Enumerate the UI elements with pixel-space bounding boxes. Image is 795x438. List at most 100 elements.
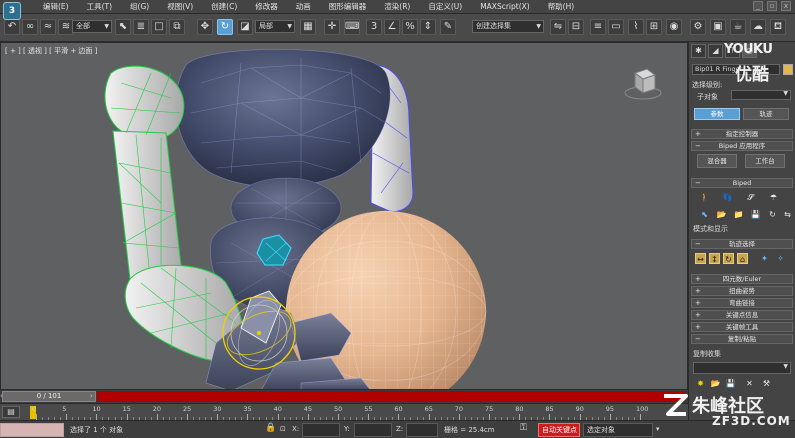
display-mode-rollout[interactable]: 模式和显示 — [693, 224, 728, 234]
menu-item[interactable]: 工具(T) — [78, 0, 121, 14]
maxscript-listener[interactable] — [0, 423, 64, 437]
menu-item[interactable]: 组(G) — [121, 0, 158, 14]
percent-snap-icon[interactable]: % — [402, 19, 418, 35]
symmetrical-icon[interactable]: ✦ — [759, 253, 770, 264]
menu-item[interactable]: 自定义(U) — [419, 0, 471, 14]
selection-filter-dropdown[interactable]: 全部 ▼ — [72, 20, 112, 33]
opposite-icon[interactable]: ✧ — [775, 253, 786, 264]
material-editor-icon[interactable]: ◉ — [666, 19, 682, 35]
absolute-mode-icon[interactable]: ⊡ — [280, 425, 286, 433]
menu-item[interactable]: 修改器 — [246, 0, 287, 14]
load-collection-icon[interactable]: 📂 — [710, 378, 721, 389]
key-track-bar[interactable] — [97, 391, 685, 402]
mixer-button[interactable]: 混合器 — [697, 154, 737, 168]
footstep-mode-icon[interactable]: 👣 — [722, 192, 733, 203]
snap-toggle-icon[interactable]: 3 — [366, 19, 382, 35]
mixer-mode-icon[interactable]: ☂ — [768, 192, 779, 203]
rollout-key-info[interactable]: + 关键点信息 — [691, 310, 793, 320]
frame-ruler[interactable]: ▤ 0 5 10 15 20 25 30 35 40 45 50 55 60 65 70 75 80 85 90 95… — [0, 403, 688, 420]
create-collection-icon[interactable]: ✸ — [695, 378, 706, 389]
copy-collections-dropdown[interactable]: ▼ — [693, 362, 791, 374]
modify-tab-icon[interactable]: ◢ — [708, 44, 723, 58]
rollout-copy-paste[interactable]: − 复制/粘贴 — [691, 334, 793, 344]
select-manipulate-icon[interactable]: ✛ — [324, 19, 340, 35]
menu-item[interactable]: 视图(V) — [158, 0, 202, 14]
link-icon[interactable]: ∞ — [22, 19, 38, 35]
left-upper-arm[interactable] — [104, 65, 185, 289]
unlink-icon[interactable]: ≈ — [40, 19, 56, 35]
z-coordinate-field[interactable] — [406, 423, 438, 437]
restore-icon[interactable]: ▫ — [767, 1, 777, 11]
scale-icon[interactable]: ◪ — [237, 19, 253, 35]
ribbon-icon[interactable]: ▭ — [608, 19, 624, 35]
time-slider[interactable]: 0 / 101 — [2, 391, 96, 402]
delete-collection-icon[interactable]: ✕ — [744, 378, 755, 389]
set-key-icon[interactable]: ▾ — [656, 425, 660, 433]
move-icon[interactable]: ✥ — [197, 19, 213, 35]
body-horizontal-icon[interactable]: ↔ — [695, 253, 706, 264]
rect-selection-icon[interactable]: □ — [151, 19, 167, 35]
named-selection-set-dropdown[interactable]: 创建选择集 ▼ — [472, 20, 544, 33]
open-folder-icon[interactable]: 📁 — [733, 209, 744, 220]
x-coordinate-field[interactable] — [302, 423, 340, 437]
render-activeshade-icon[interactable]: ⛾ — [770, 19, 786, 35]
refresh-icon[interactable]: ↻ — [767, 209, 778, 220]
rollout-biped[interactable]: − Biped — [691, 178, 793, 188]
app-logo-icon[interactable]: 3 — [3, 2, 21, 20]
torso-chest[interactable] — [175, 49, 391, 188]
workbench-button[interactable]: 工作台 — [745, 154, 785, 168]
menu-item[interactable]: 动画 — [287, 0, 320, 14]
selection-mode-dropdown[interactable]: 选定对象 — [583, 423, 653, 437]
curve-editor-icon[interactable]: ⌇ — [628, 19, 644, 35]
create-tab-icon[interactable]: ✱ — [691, 44, 706, 58]
render-iterative-icon[interactable]: ☁ — [750, 19, 766, 35]
load-file-icon[interactable]: ⬉ — [699, 209, 710, 220]
rollout-assign-controller[interactable]: + 指定控制器 — [691, 129, 793, 139]
keyboard-shortcut-icon[interactable]: ⌨ — [344, 19, 360, 35]
select-object-icon[interactable]: ⬉ — [115, 19, 131, 35]
save-collection-icon[interactable]: 💾 — [725, 378, 736, 389]
render-setup-icon[interactable]: ⚙ — [690, 19, 706, 35]
spinner-snap-icon[interactable]: ⇕ — [420, 19, 436, 35]
select-by-name-icon[interactable]: ≣ — [133, 19, 149, 35]
align-icon[interactable]: ⊟ — [568, 19, 584, 35]
auto-key-button[interactable]: 自动关键点 — [538, 423, 580, 437]
viewport-label[interactable]: [ + ] [ 透视 ] [ 平滑 + 边面 ] — [5, 46, 97, 56]
lock-icon[interactable]: 🔒 — [265, 423, 276, 433]
reference-coordinate-dropdown[interactable]: 局部 ▼ — [255, 20, 295, 33]
rollout-key-tools[interactable]: + 关键帧工具 — [691, 322, 793, 332]
rollout-twist-pose[interactable]: + 扭曲姿势 — [691, 286, 793, 296]
perspective-viewport[interactable]: [ + ] [ 透视 ] [ 平滑 + 边面 ] — [0, 42, 688, 390]
rendered-frame-icon[interactable]: ▣ — [710, 19, 726, 35]
viewcube-icon[interactable] — [623, 63, 663, 103]
menu-item[interactable]: 帮助(H) — [539, 0, 584, 14]
minimize-icon[interactable]: _ — [753, 1, 763, 11]
max-icon[interactable]: ⚒ — [761, 378, 772, 389]
motion-flow-icon[interactable]: 𝓢 — [745, 192, 756, 203]
rotate-icon[interactable]: ↻ — [217, 19, 233, 35]
body-rotation-icon[interactable]: ↻ — [723, 253, 734, 264]
close-icon[interactable]: x — [781, 1, 791, 11]
save-file-icon[interactable]: 📂 — [716, 209, 727, 220]
menu-item[interactable]: 创建(C) — [202, 0, 246, 14]
menu-item[interactable]: MAXScript(X) — [471, 0, 538, 14]
angle-snap-icon[interactable]: ∠ — [384, 19, 400, 35]
lock-cog-icon[interactable]: ⌂ — [737, 253, 748, 264]
mini-curve-editor-icon[interactable]: ▤ — [2, 406, 20, 418]
menu-item[interactable]: 图形编辑器 — [320, 0, 376, 14]
rollout-biped-apps[interactable]: − Biped 应用程序 — [691, 141, 793, 151]
params-tab-button[interactable]: 参数 — [694, 108, 740, 120]
save-icon[interactable]: 💾 — [750, 209, 761, 220]
convert-icon[interactable]: ⇆ — [782, 209, 793, 220]
named-sets-icon[interactable]: ✎ — [440, 19, 456, 35]
window-crossing-icon[interactable]: ⧉ — [169, 19, 185, 35]
key-icon[interactable]: ⚿ — [520, 423, 527, 433]
schematic-view-icon[interactable]: ⊞ — [646, 19, 662, 35]
figure-mode-icon[interactable]: 🚶 — [699, 192, 710, 203]
undo-icon[interactable]: ↶ — [4, 19, 20, 35]
menu-item[interactable]: 渲染(R) — [375, 0, 419, 14]
rollout-bend-links[interactable]: + 弯曲链接 — [691, 298, 793, 308]
mirror-icon[interactable]: ⇋ — [550, 19, 566, 35]
y-coordinate-field[interactable] — [354, 423, 392, 437]
menu-item[interactable]: 编辑(E) — [34, 0, 78, 14]
